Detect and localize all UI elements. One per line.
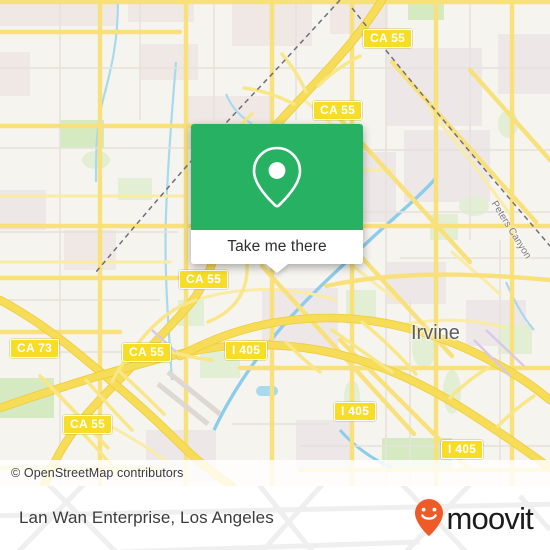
popup-footer[interactable]: Take me there [191,230,363,273]
location-title: Lan Wan Enterprise, Los Angeles [19,508,274,527]
highway-shield: I 405 [441,440,484,459]
highway-shield: CA 55 [179,270,229,289]
take-me-there-label: Take me there [227,238,327,255]
highway-shield: CA 55 [363,29,413,48]
osm-attribution-text[interactable]: © OpenStreetMap contributors [0,466,184,480]
moovit-logo[interactable]: moovit [414,498,534,538]
map-screenshot-root: .land { fill:#F6F4EF; } .resid { fill:#E… [0,0,550,550]
popup-header [191,124,363,230]
map-canvas[interactable]: .land { fill:#F6F4EF; } .resid { fill:#E… [0,0,550,486]
highway-shield: I 405 [334,402,377,421]
moovit-pin-smiley-icon [415,499,444,536]
popup-pointer-tail [266,264,288,273]
map-attribution-bar: © OpenStreetMap contributors [0,460,550,486]
moovit-wordmark: moovit [446,500,533,536]
map-pin-icon [252,146,302,208]
place-label-irvine: Irvine [411,322,460,344]
footer-bar: Lan Wan Enterprise, Los Angeles moovit [0,486,550,550]
location-popup-card[interactable]: Take me there [191,124,363,273]
highway-shield: CA 55 [313,101,363,120]
highway-shield: CA 55 [63,415,113,434]
highway-shield: CA 73 [10,339,60,358]
highway-shield: CA 55 [122,343,172,362]
highway-shield: I 405 [225,341,268,360]
